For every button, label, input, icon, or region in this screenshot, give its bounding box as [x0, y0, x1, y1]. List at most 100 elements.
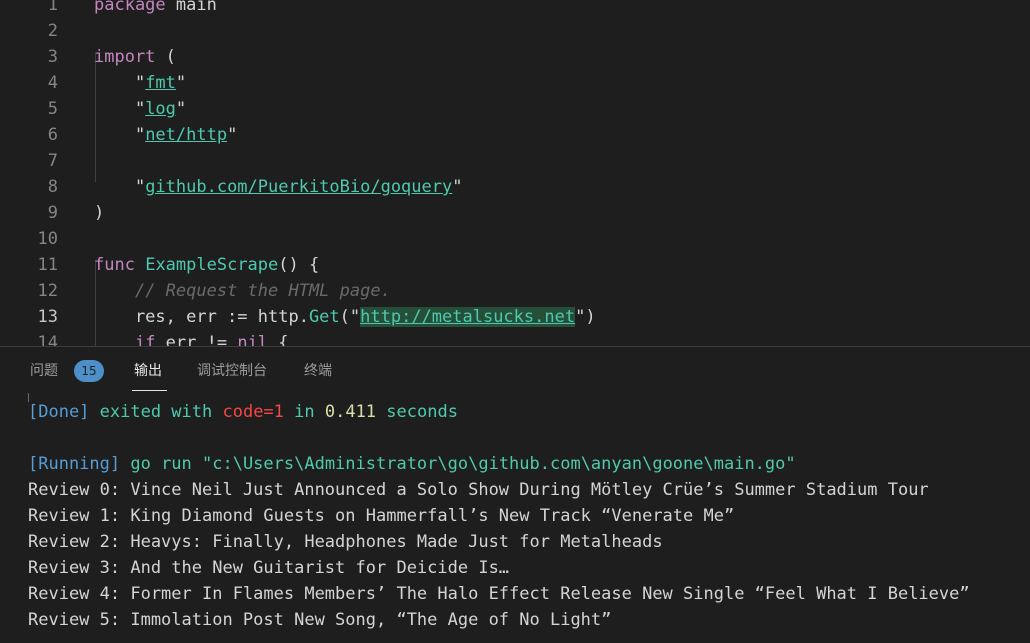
code-token: res, err := http.	[94, 307, 309, 327]
line-number: 14	[37, 333, 58, 346]
code-text: import (	[94, 44, 176, 70]
output-line: Review 2: Heavys: Finally, Headphones Ma…	[28, 529, 663, 555]
code-token: "	[175, 99, 187, 119]
bottom-panel: 问题 15 输出 调试控制台 终端 [Done] exited with cod…	[0, 346, 1030, 643]
output-line: Review 5: Immolation Post New Song, “The…	[28, 607, 611, 633]
code-token: ExampleScrape	[145, 255, 279, 275]
active-tab-indicator	[132, 390, 167, 391]
output-line: Review 4: Former In Flames Members’ The …	[28, 581, 970, 607]
code-line[interactable]: 4 "fmt"	[0, 70, 1030, 96]
output-token: Review 5: Immolation Post New Song, “The…	[28, 610, 612, 630]
code-text: "github.com/PuerkitoBio/goquery"	[94, 174, 463, 200]
tab-output[interactable]: 输出	[134, 359, 162, 383]
output-token: in	[283, 402, 325, 422]
code-line[interactable]: 5 "log"	[0, 96, 1030, 122]
code-token: "	[227, 125, 238, 145]
line-number: 12	[37, 281, 58, 301]
code-token: {	[268, 333, 289, 346]
code-text: )	[94, 200, 104, 226]
code-text: // Request the HTML page.	[94, 278, 391, 304]
code-token: import	[94, 47, 156, 67]
output-line: [Running] go run "c:\Users\Administrator…	[28, 451, 796, 477]
code-token: "	[94, 99, 146, 119]
code-line[interactable]: 9)	[0, 200, 1030, 226]
line-number: 5	[47, 99, 58, 119]
code-line[interactable]: 14 if err != nil {	[0, 330, 1030, 346]
code-token: Get	[308, 307, 340, 327]
code-token: main	[165, 0, 217, 15]
line-number: 11	[37, 255, 58, 275]
output-token: code=1	[222, 402, 284, 422]
code-text: res, err := http.Get("http://metalsucks.…	[94, 304, 596, 330]
problems-count-badge: 15	[74, 360, 104, 382]
output-token: Review 2: Heavys: Finally, Headphones Ma…	[28, 532, 663, 552]
code-token: )	[94, 203, 105, 223]
code-line[interactable]: 13 res, err := http.Get("http://metalsuc…	[0, 304, 1030, 330]
output-token: Review 0: Vince Neil Just Announced a So…	[28, 480, 929, 500]
tab-debug-console[interactable]: 调试控制台	[197, 359, 267, 383]
code-token: log	[145, 99, 176, 119]
code-token: fmt	[145, 73, 176, 93]
code-token: "	[452, 177, 463, 197]
code-token: "	[94, 177, 146, 197]
code-line[interactable]: 8 "github.com/PuerkitoBio/goquery"	[0, 174, 1030, 200]
output-line: Review 1: King Diamond Guests on Hammerf…	[28, 503, 734, 529]
code-token: // Request the HTML page.	[134, 281, 391, 301]
line-number: 4	[47, 73, 58, 93]
code-token: net/http	[145, 125, 228, 145]
code-token: "	[94, 73, 146, 93]
line-number: 10	[37, 229, 58, 249]
code-line[interactable]: 10	[0, 226, 1030, 252]
code-token: package	[94, 0, 166, 15]
code-token: "	[175, 73, 187, 93]
line-number: 3	[47, 47, 58, 67]
line-number: 9	[47, 203, 58, 223]
code-text: func ExampleScrape() {	[94, 252, 319, 278]
tab-terminal[interactable]: 终端	[304, 359, 332, 383]
line-number: 13	[37, 307, 58, 327]
code-line[interactable]: 7	[0, 148, 1030, 174]
code-line[interactable]: 1 package main	[0, 0, 1030, 18]
output-token: Review 4: Former In Flames Members’ The …	[28, 584, 970, 604]
line-number: 6	[47, 125, 58, 145]
output-view[interactable]: [Done] exited with code=1 in 0.411 secon…	[0, 393, 1030, 643]
code-line[interactable]: 12 // Request the HTML page.	[0, 278, 1030, 304]
code-token: "	[94, 125, 146, 145]
code-token: nil	[237, 333, 269, 346]
output-token: Review 1: King Diamond Guests on Hammerf…	[28, 506, 735, 526]
line-number: 7	[47, 151, 58, 171]
code-token: () {	[278, 255, 320, 275]
line-number: 2	[47, 21, 58, 41]
output-token: seconds	[376, 402, 458, 422]
code-token: err !=	[155, 333, 238, 346]
output-token: [Running]	[28, 454, 121, 474]
tab-problems[interactable]: 问题	[30, 359, 58, 383]
code-token: if	[134, 333, 156, 346]
code-line[interactable]: 3 import (	[0, 44, 1030, 70]
code-text: "log"	[94, 96, 186, 122]
code-token: func	[94, 255, 135, 275]
output-line: Review 0: Vince Neil Just Announced a So…	[28, 477, 929, 503]
output-token: Review 3: And the New Guitarist for Deic…	[28, 558, 510, 578]
code-token: github.com/PuerkitoBio/goquery	[145, 177, 453, 197]
output-line: Review 3: And the New Guitarist for Deic…	[28, 555, 509, 581]
code-text: if err != nil {	[94, 330, 289, 346]
code-line[interactable]: 2	[0, 18, 1030, 44]
code-token: ")	[575, 307, 596, 327]
panel-tabs: 问题 15 输出 调试控制台 终端	[0, 347, 1030, 393]
code-text: "net/http"	[94, 122, 237, 148]
code-line[interactable]: 6 "net/http"	[0, 122, 1030, 148]
code-line[interactable]: 11 func ExampleScrape() {	[0, 252, 1030, 278]
code-editor[interactable]: 1 package main 2 3 import (4 "fmt" 5 "log" 6 "…	[0, 0, 1030, 346]
output-token: go run "c:\Users\Administrator\go\github…	[120, 454, 796, 474]
output-token: [Done]	[28, 402, 90, 422]
line-number: 1	[47, 0, 58, 15]
code-text: "fmt"	[94, 70, 186, 96]
code-text: package main	[94, 0, 217, 18]
line-number: 8	[47, 177, 58, 197]
code-token: (	[155, 47, 176, 67]
output-token: exited with	[89, 402, 223, 422]
